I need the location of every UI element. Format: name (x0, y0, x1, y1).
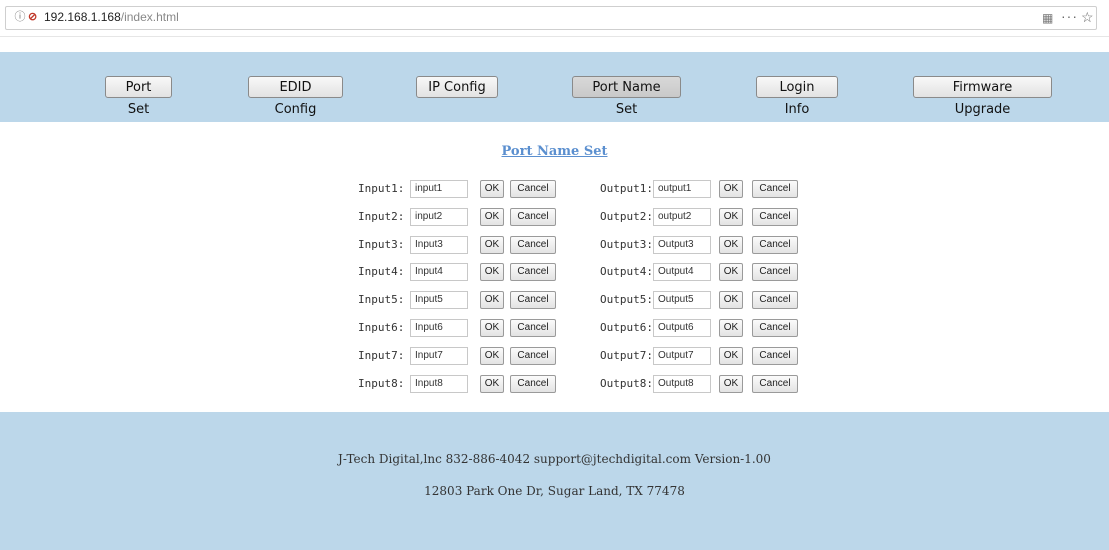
input-name-field[interactable]: Input8 (410, 374, 468, 393)
footer-address: 12803 Park One Dr, Sugar Land, TX 77478 (424, 484, 685, 498)
nav-firmware-upgrade-button[interactable]: Firmware Upgrade (913, 76, 1052, 117)
url-text[interactable]: 192.168.1.168/index.html (44, 10, 179, 24)
input-cancel-button[interactable]: Cancel (510, 346, 556, 365)
input-label: Input3: (358, 237, 405, 251)
output-cancel-button[interactable]: Cancel (752, 180, 798, 198)
output-label: Output3: (600, 237, 653, 251)
input-ok-button[interactable]: OK (480, 180, 504, 198)
input-name-field[interactable]: input2 (410, 207, 468, 226)
output-cancel-button[interactable]: Cancel (752, 374, 798, 393)
output-label: Output2: (600, 209, 653, 223)
input-ok-button[interactable]: OK (480, 374, 504, 393)
input-cancel-button[interactable]: Cancel (510, 180, 556, 198)
input-cancel-button[interactable]: Cancel (510, 374, 556, 393)
nav-login-info-button[interactable]: Login Info (756, 76, 838, 117)
info-icon[interactable]: ⓘ (14, 11, 26, 23)
port-row: Input8: Input8 OK Cancel Output8: Output8 OK Ca… (0, 374, 1109, 395)
port-row: Input3: Input3 OK Cancel Output3: Output3 OK Ca… (0, 235, 1109, 256)
input-label: Input4: (358, 265, 405, 279)
output-ok-button[interactable]: OK (719, 346, 743, 365)
page-title: Port Name Set (501, 144, 608, 159)
output-label: Output4: (600, 265, 653, 279)
port-row: Input6: Input6 OK Cancel Output6: Output6 OK Ca… (0, 319, 1109, 339)
output-cancel-button[interactable]: Cancel (752, 207, 798, 226)
input-label: Input5: (358, 293, 405, 307)
nav-port-set-button[interactable]: Port Set (105, 76, 172, 117)
port-row: Input5: Input5 OK Cancel Output5: Output5 OK Ca… (0, 291, 1109, 311)
output-ok-button[interactable]: OK (719, 235, 743, 254)
output-cancel-button[interactable]: Cancel (752, 291, 798, 310)
output-ok-button[interactable]: OK (719, 180, 743, 198)
input-cancel-button[interactable]: Cancel (510, 291, 556, 310)
footer: J-Tech Digital,lnc 832-886-4042 support@… (0, 412, 1109, 550)
bookmark-star-icon[interactable]: ☆ (1081, 9, 1094, 26)
output-name-field[interactable]: Output4 (653, 263, 711, 282)
input-label: Input1: (358, 182, 405, 195)
output-cancel-button[interactable]: Cancel (752, 346, 798, 365)
output-ok-button[interactable]: OK (719, 263, 743, 282)
more-options-icon[interactable]: ··· (1061, 8, 1078, 24)
output-label: Output1: (600, 182, 653, 195)
insecure-lock-icon[interactable]: ⊘ (28, 10, 40, 24)
input-ok-button[interactable]: OK (480, 207, 504, 226)
input-cancel-button[interactable]: Cancel (510, 235, 556, 254)
port-row: Input1: input1 OK Cancel Output1: output1 OK Ca… (0, 180, 1109, 200)
main-content: Port Name Set Input1: input1 OK Cancel Outpu… (0, 122, 1109, 412)
input-ok-button[interactable]: OK (480, 291, 504, 310)
output-name-field[interactable]: output1 (653, 180, 711, 198)
output-label: Output8: (600, 376, 653, 390)
output-cancel-button[interactable]: Cancel (752, 235, 798, 254)
port-row: Input7: Input7 OK Cancel Output7: Output7 OK Ca… (0, 346, 1109, 367)
nav-bar: Port Set EDID Config IP Config Port Name… (0, 52, 1109, 122)
nav-ip-config-button[interactable]: IP Config (416, 76, 498, 98)
nav-edid-config-button[interactable]: EDID Config (248, 76, 343, 117)
browser-toolbar: ⓘ ⊘ 192.168.1.168/index.html ▦ ··· ☆ (0, 0, 1109, 37)
input-name-field[interactable]: Input3 (410, 235, 468, 254)
input-label: Input6: (358, 321, 405, 334)
output-label: Output7: (600, 348, 653, 362)
output-cancel-button[interactable]: Cancel (752, 263, 798, 282)
input-label: Input8: (358, 376, 405, 390)
output-name-field[interactable]: Output7 (653, 346, 711, 365)
input-cancel-button[interactable]: Cancel (510, 207, 556, 226)
input-ok-button[interactable]: OK (480, 346, 504, 365)
footer-contact: J-Tech Digital,lnc 832-886-4042 support@… (338, 452, 771, 466)
input-name-field[interactable]: input1 (410, 180, 468, 198)
input-ok-button[interactable]: OK (480, 263, 504, 282)
port-row: Input2: input2 OK Cancel Output2: output2 OK Ca… (0, 207, 1109, 228)
output-ok-button[interactable]: OK (719, 207, 743, 226)
output-name-field[interactable]: Output3 (653, 235, 711, 254)
nav-port-name-set-button[interactable]: Port Name Set (572, 76, 681, 117)
output-name-field[interactable]: output2 (653, 207, 711, 226)
output-ok-button[interactable]: OK (719, 291, 743, 310)
input-name-field[interactable]: Input7 (410, 346, 468, 365)
input-name-field[interactable]: Input4 (410, 263, 468, 282)
output-ok-button[interactable]: OK (719, 319, 743, 337)
input-name-field[interactable]: Input6 (410, 319, 468, 337)
input-ok-button[interactable]: OK (480, 319, 504, 337)
input-cancel-button[interactable]: Cancel (510, 319, 556, 337)
output-label: Output5: (600, 293, 653, 307)
url-path: /index.html (120, 10, 179, 24)
output-ok-button[interactable]: OK (719, 374, 743, 393)
input-label: Input2: (358, 209, 405, 223)
output-name-field[interactable]: Output5 (653, 291, 711, 310)
address-bar[interactable]: ⓘ ⊘ 192.168.1.168/index.html ▦ ··· ☆ (5, 6, 1097, 30)
input-name-field[interactable]: Input5 (410, 291, 468, 310)
output-cancel-button[interactable]: Cancel (752, 319, 798, 337)
output-name-field[interactable]: Output8 (653, 374, 711, 393)
output-name-field[interactable]: Output6 (653, 319, 711, 337)
input-ok-button[interactable]: OK (480, 235, 504, 254)
input-cancel-button[interactable]: Cancel (510, 263, 556, 282)
port-row: Input4: Input4 OK Cancel Output4: Output4 OK Ca… (0, 263, 1109, 283)
url-host: 192.168.1.168 (44, 10, 121, 24)
qr-code-icon[interactable]: ▦ (1042, 11, 1053, 25)
input-label: Input7: (358, 348, 405, 362)
output-label: Output6: (600, 321, 653, 334)
